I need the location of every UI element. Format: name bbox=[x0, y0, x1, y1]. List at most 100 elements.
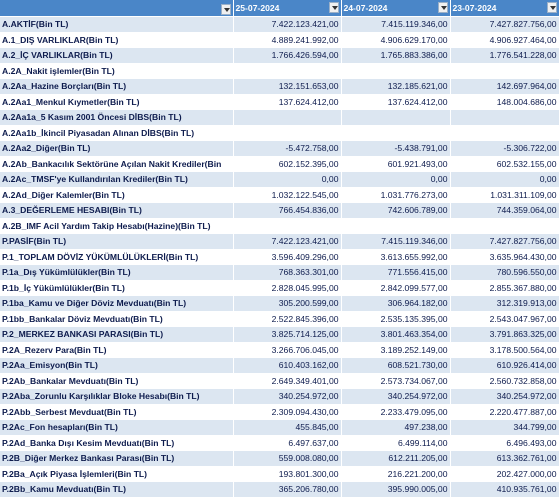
value-cell-1[interactable]: 3.596.409.296,00 bbox=[233, 249, 342, 265]
value-cell-1[interactable] bbox=[233, 109, 342, 126]
row-label-cell[interactable]: A.2A_Nakit işlemler(Bin TL) bbox=[0, 63, 234, 79]
value-cell-2[interactable]: 2.842.099.577,00 bbox=[341, 280, 451, 296]
value-cell-1[interactable]: 1.032.122.545,00 bbox=[233, 187, 342, 203]
value-cell-2[interactable]: 7.415.119.346,00 bbox=[341, 233, 451, 250]
value-cell-2[interactable]: 0,00 bbox=[341, 171, 451, 188]
row-label-cell[interactable]: P.2Bb_Kamu Mevduatı(Bin TL) bbox=[0, 481, 234, 498]
value-cell-3[interactable]: 142.697.964,00 bbox=[450, 78, 559, 95]
value-cell-2[interactable]: -5.438.791,00 bbox=[341, 140, 451, 157]
value-cell-1[interactable] bbox=[233, 218, 342, 234]
value-cell-1[interactable]: 137.624.412,00 bbox=[233, 94, 342, 110]
value-cell-3[interactable]: 202.427.000,00 bbox=[450, 466, 559, 482]
value-cell-1[interactable]: 1.766.426.594,00 bbox=[233, 47, 342, 64]
value-cell-3[interactable]: 2.220.477.887,00 bbox=[450, 404, 559, 420]
row-label-cell[interactable]: P.1b_İç Yükümlülükler(Bin TL) bbox=[0, 280, 234, 296]
value-cell-2[interactable]: 306.964.182,00 bbox=[341, 295, 451, 312]
row-label-cell[interactable]: A.2B_IMF Acil Yardım Takip Hesabı(Hazine… bbox=[0, 218, 234, 234]
value-cell-3[interactable]: 1.031.311.109,00 bbox=[450, 187, 559, 203]
row-label-cell[interactable]: P.2B_Diğer Merkez Bankası Parası(Bin TL) bbox=[0, 450, 234, 467]
value-cell-1[interactable]: 7.422.123.421,00 bbox=[233, 233, 342, 250]
row-label-cell[interactable]: P.2Aa_Emisyon(Bin TL) bbox=[0, 357, 234, 374]
row-label-cell[interactable]: A.3_DEĞERLEME HESABI(Bin TL) bbox=[0, 202, 234, 219]
value-cell-2[interactable] bbox=[341, 63, 451, 79]
value-cell-2[interactable]: 7.415.119.346,00 bbox=[341, 16, 451, 33]
column-header-label[interactable] bbox=[0, 0, 234, 17]
value-cell-2[interactable]: 601.921.493,00 bbox=[341, 156, 451, 172]
value-cell-1[interactable]: 766.454.836,00 bbox=[233, 202, 342, 219]
value-cell-3[interactable]: 602.532.155,00 bbox=[450, 156, 559, 172]
row-label-cell[interactable]: A.2Aa1a_5 Kasım 2001 Öncesi DİBS(Bin TL) bbox=[0, 109, 234, 126]
value-cell-3[interactable]: -5.306.722,00 bbox=[450, 140, 559, 157]
value-cell-2[interactable]: 4.906.629.170,00 bbox=[341, 32, 451, 48]
value-cell-1[interactable]: 305.200.599,00 bbox=[233, 295, 342, 312]
value-cell-3[interactable]: 610.926.414,00 bbox=[450, 357, 559, 374]
filter-dropdown-icon[interactable] bbox=[437, 2, 448, 13]
value-cell-1[interactable]: 0,00 bbox=[233, 171, 342, 188]
value-cell-1[interactable]: 3.825.714.125,00 bbox=[233, 326, 342, 343]
value-cell-1[interactable]: 132.151.653,00 bbox=[233, 78, 342, 95]
value-cell-3[interactable]: 6.496.493,00 bbox=[450, 435, 559, 451]
value-cell-3[interactable] bbox=[450, 218, 559, 234]
value-cell-3[interactable]: 613.362.761,00 bbox=[450, 450, 559, 467]
row-label-cell[interactable]: A.2Ac_TMSF'ye Kullandırılan Krediler(Bin… bbox=[0, 171, 234, 188]
value-cell-3[interactable]: 312.319.913,00 bbox=[450, 295, 559, 312]
value-cell-2[interactable]: 612.211.205,00 bbox=[341, 450, 451, 467]
row-label-cell[interactable]: A.2Ad_Diğer Kalemler(Bin TL) bbox=[0, 187, 234, 203]
value-cell-3[interactable]: 344.799,00 bbox=[450, 419, 559, 436]
value-cell-2[interactable] bbox=[341, 125, 451, 141]
row-label-cell[interactable]: A.1_DIŞ VARLIKLAR(Bin TL) bbox=[0, 32, 234, 48]
value-cell-3[interactable]: 7.427.827.756,00 bbox=[450, 16, 559, 33]
value-cell-2[interactable]: 608.521.730,00 bbox=[341, 357, 451, 374]
value-cell-3[interactable] bbox=[450, 125, 559, 141]
value-cell-2[interactable]: 497.238,00 bbox=[341, 419, 451, 436]
value-cell-3[interactable] bbox=[450, 63, 559, 79]
value-cell-1[interactable]: 2.828.045.995,00 bbox=[233, 280, 342, 296]
value-cell-1[interactable]: 2.649.349.401,00 bbox=[233, 373, 342, 389]
value-cell-1[interactable]: 610.403.162,00 bbox=[233, 357, 342, 374]
row-label-cell[interactable]: P.2A_Rezerv Para(Bin TL) bbox=[0, 342, 234, 358]
row-label-cell[interactable]: P.PASİF(Bin TL) bbox=[0, 233, 234, 250]
value-cell-2[interactable]: 395.990.005,00 bbox=[341, 481, 451, 498]
value-cell-2[interactable]: 216.221.200,00 bbox=[341, 466, 451, 482]
value-cell-2[interactable] bbox=[341, 109, 451, 126]
value-cell-3[interactable]: 148.004.686,00 bbox=[450, 94, 559, 110]
value-cell-3[interactable]: 7.427.827.756,00 bbox=[450, 233, 559, 250]
value-cell-3[interactable]: 4.906.927.464,00 bbox=[450, 32, 559, 48]
row-label-cell[interactable]: P.2Aba_Zorunlu Karşılıklar Bloke Hesabı(… bbox=[0, 388, 234, 405]
value-cell-1[interactable]: 768.363.301,00 bbox=[233, 264, 342, 281]
value-cell-2[interactable]: 132.185.621,00 bbox=[341, 78, 451, 95]
row-label-cell[interactable]: A.2Aa1_Menkul Kıymetler(Bin TL) bbox=[0, 94, 234, 110]
value-cell-2[interactable]: 3.189.252.149,00 bbox=[341, 342, 451, 358]
row-label-cell[interactable]: P.1ba_Kamu ve Diğer Döviz Mevduatı(Bin T… bbox=[0, 295, 234, 312]
value-cell-1[interactable]: 3.266.706.045,00 bbox=[233, 342, 342, 358]
row-label-cell[interactable]: P.2_MERKEZ BANKASI PARASI(Bin TL) bbox=[0, 326, 234, 343]
filter-dropdown-icon[interactable] bbox=[546, 2, 557, 13]
filter-dropdown-icon[interactable] bbox=[220, 3, 231, 15]
row-label-cell[interactable]: A.2Aa2_Diğer(Bin TL) bbox=[0, 140, 234, 157]
value-cell-3[interactable]: 780.596.550,00 bbox=[450, 264, 559, 281]
value-cell-1[interactable]: 602.152.395,00 bbox=[233, 156, 342, 172]
value-cell-3[interactable]: 2.560.732.858,00 bbox=[450, 373, 559, 389]
value-cell-2[interactable]: 137.624.412,00 bbox=[341, 94, 451, 110]
value-cell-1[interactable]: 7.422.123.421,00 bbox=[233, 16, 342, 33]
value-cell-3[interactable]: 1.776.541.228,00 bbox=[450, 47, 559, 64]
value-cell-1[interactable]: 365.206.780,00 bbox=[233, 481, 342, 498]
value-cell-1[interactable]: -5.472.758,00 bbox=[233, 140, 342, 157]
row-label-cell[interactable]: P.2Ac_Fon hesapları(Bin TL) bbox=[0, 419, 234, 436]
value-cell-1[interactable]: 2.522.845.396,00 bbox=[233, 311, 342, 327]
row-label-cell[interactable]: P.2Abb_Serbest Mevduat(Bin TL) bbox=[0, 404, 234, 420]
row-label-cell[interactable]: P.1bb_Bankalar Döviz Mevduatı(Bin TL) bbox=[0, 311, 234, 327]
value-cell-2[interactable]: 3.613.655.992,00 bbox=[341, 249, 451, 265]
column-header-date-1[interactable]: 25-07-2024 bbox=[233, 0, 342, 17]
value-cell-2[interactable]: 2.233.479.095,00 bbox=[341, 404, 451, 420]
value-cell-3[interactable]: 2.855.367.880,00 bbox=[450, 280, 559, 296]
value-cell-1[interactable]: 193.801.300,00 bbox=[233, 466, 342, 482]
row-label-cell[interactable]: P.2Ab_Bankalar Mevduatı(Bin TL) bbox=[0, 373, 234, 389]
column-header-date-3[interactable]: 23-07-2024 bbox=[450, 0, 559, 17]
value-cell-3[interactable]: 340.254.972,00 bbox=[450, 388, 559, 405]
value-cell-2[interactable]: 1.031.776.273,00 bbox=[341, 187, 451, 203]
value-cell-3[interactable]: 3.635.964.430,00 bbox=[450, 249, 559, 265]
value-cell-2[interactable]: 6.499.114,00 bbox=[341, 435, 451, 451]
value-cell-1[interactable]: 455.845,00 bbox=[233, 419, 342, 436]
row-label-cell[interactable]: A.2_İÇ VARLIKLAR(Bin TL) bbox=[0, 47, 234, 64]
